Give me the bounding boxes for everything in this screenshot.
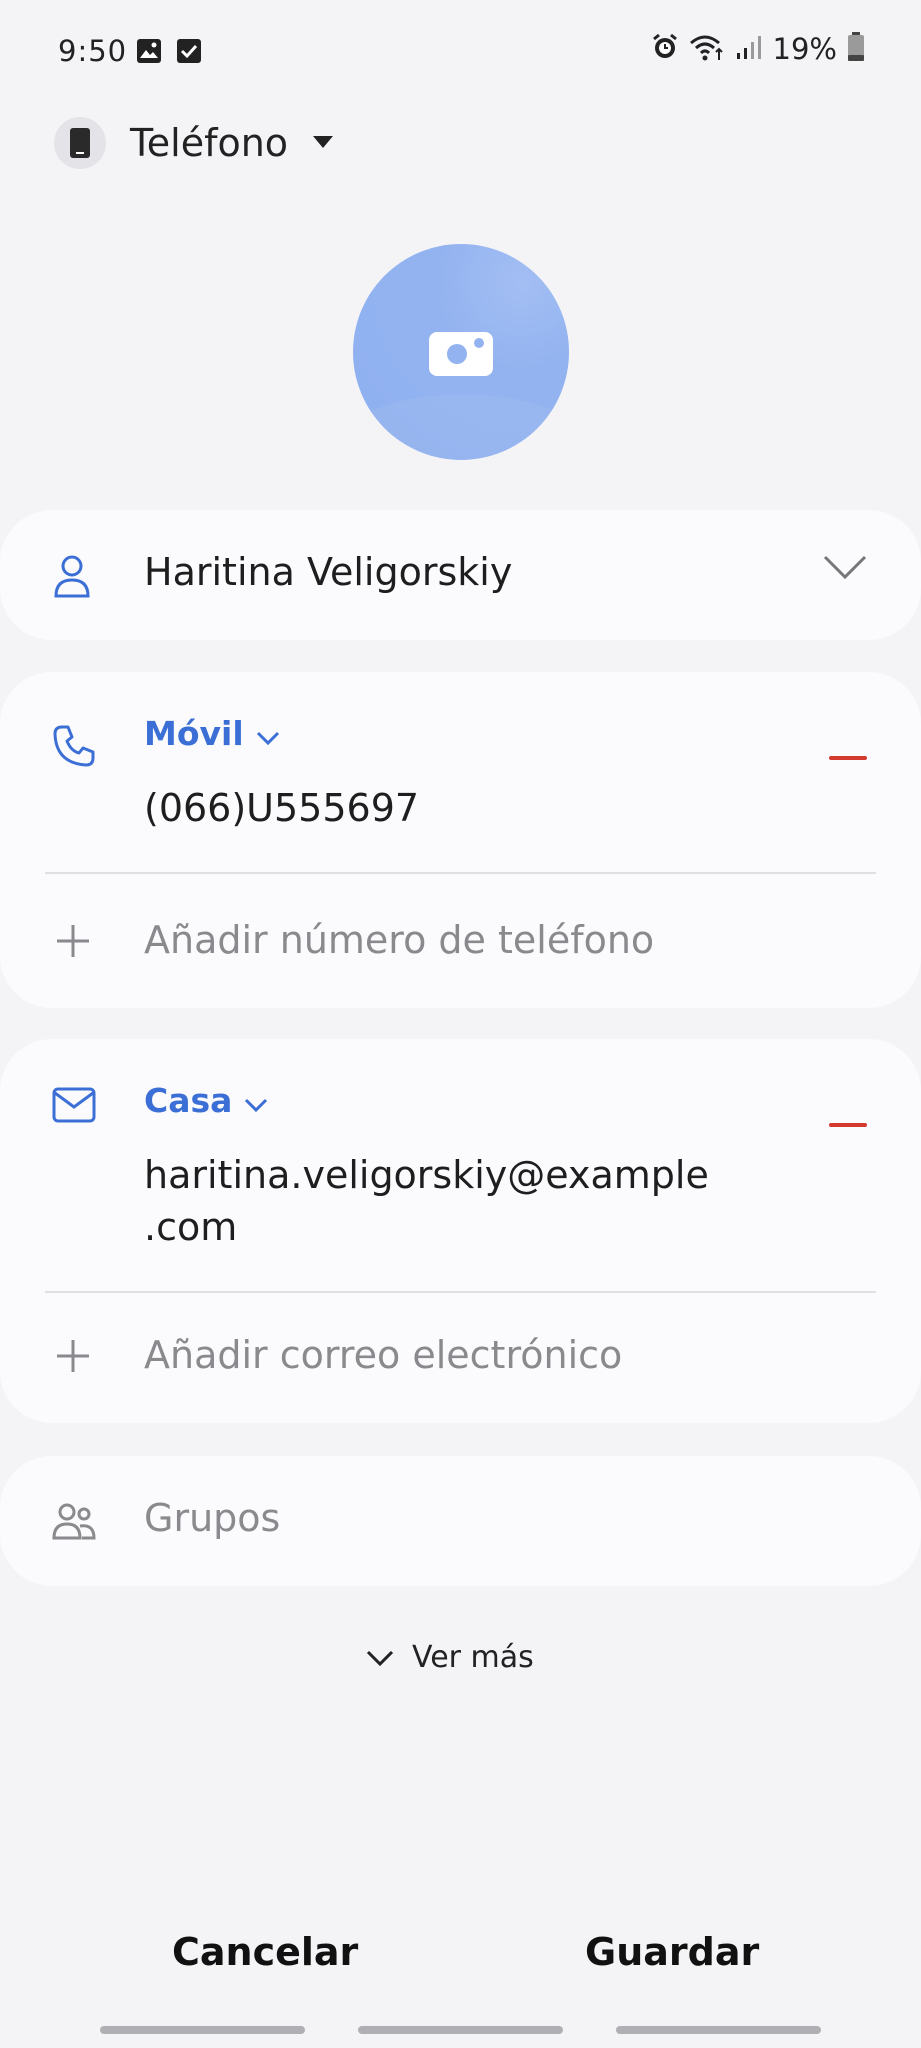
remove-email-button[interactable] (829, 1123, 867, 1127)
email-card: Casa haritina.veligorskiy@example .com A… (0, 1039, 921, 1423)
nav-back-button[interactable] (616, 2026, 821, 2034)
see-more-button[interactable]: Ver más (366, 1640, 534, 1675)
email-type-selector[interactable]: Casa (144, 1081, 268, 1120)
person-icon (52, 554, 92, 602)
phone-type-label: Móvil (144, 714, 244, 753)
phone-device-icon (54, 117, 106, 169)
battery-icon (847, 32, 865, 66)
email-field[interactable]: haritina.veligorskiy@example .com (144, 1149, 709, 1253)
add-phone-button[interactable]: Añadir número de teléfono (144, 918, 654, 962)
wifi-icon (689, 33, 725, 65)
phone-card: Móvil (066)U555697 Añadir número de telé… (0, 672, 921, 1008)
chevron-down-icon (256, 714, 280, 753)
nav-home-button[interactable] (358, 2026, 563, 2034)
chevron-down-icon (244, 1081, 268, 1120)
chevron-down-icon[interactable] (823, 554, 867, 584)
cancel-button[interactable]: Cancelar (172, 1930, 358, 1974)
divider (45, 1291, 876, 1293)
email-type-label: Casa (144, 1081, 233, 1120)
name-card[interactable]: Haritina Veligorskiy (0, 510, 921, 640)
remove-phone-button[interactable] (829, 756, 867, 760)
contact-photo-button[interactable] (353, 244, 569, 460)
groups-icon (52, 1502, 96, 1544)
status-time: 9:50 (58, 34, 128, 68)
storage-selector[interactable]: Teléfono (54, 116, 334, 170)
storage-label: Teléfono (130, 121, 289, 165)
caret-down-icon (312, 134, 334, 153)
battery-percent: 19% (772, 32, 837, 66)
status-bar: 9:50 19% (0, 0, 921, 104)
check-icon (176, 38, 202, 68)
phone-number-field[interactable]: (066)U555697 (144, 782, 419, 834)
groups-label: Grupos (144, 1496, 281, 1540)
save-button[interactable]: Guardar (585, 1930, 759, 1974)
name-field[interactable]: Haritina Veligorskiy (144, 550, 512, 594)
phone-icon (52, 724, 96, 772)
nav-recents-button[interactable] (100, 2026, 305, 2034)
camera-icon (427, 328, 495, 382)
phone-type-selector[interactable]: Móvil (144, 714, 280, 753)
see-more-label: Ver más (412, 1640, 534, 1675)
add-email-button[interactable]: Añadir correo electrónico (144, 1333, 622, 1377)
chevron-down-icon (366, 1640, 394, 1675)
divider (45, 872, 876, 874)
groups-card[interactable]: Grupos (0, 1456, 921, 1586)
signal-icon (735, 33, 763, 65)
alarm-icon (651, 33, 679, 65)
mail-icon (52, 1087, 96, 1127)
email-value-line1: haritina.veligorskiy@example (144, 1153, 709, 1197)
email-value-line2: .com (144, 1205, 238, 1249)
plus-icon (56, 1339, 90, 1377)
gallery-icon (136, 38, 162, 68)
plus-icon (56, 924, 90, 962)
status-right-group: 19% (651, 32, 865, 66)
edit-contact-screen: 9:50 19% Teléfono Haritina Veligorskiy M… (0, 0, 921, 2048)
